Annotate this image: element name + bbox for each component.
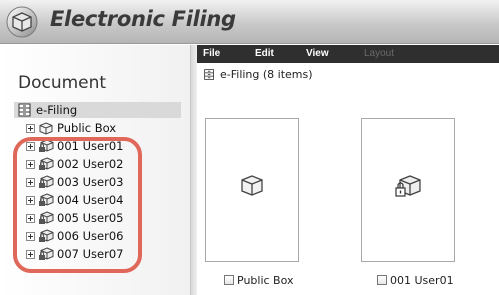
expand-icon[interactable] [26, 177, 35, 187]
box-card-public-box[interactable] [205, 118, 299, 262]
tree-item-user06[interactable]: 006 User06 [26, 228, 123, 244]
expand-icon[interactable] [26, 123, 35, 133]
tree-item-label: 002 User02 [57, 157, 124, 171]
public-box-icon [39, 122, 53, 135]
tree-item-user01[interactable]: 001 User01 [26, 138, 123, 154]
locked-box-icon [39, 175, 54, 188]
locked-box-icon [395, 175, 421, 197]
card-label-text: Public Box [237, 273, 294, 287]
content-header-label: e-Filing (8 items) [220, 68, 313, 81]
card-label-public-box[interactable]: Public Box [224, 273, 294, 287]
tree-root-efiling[interactable]: e-Filing [17, 102, 77, 118]
expand-icon[interactable] [26, 141, 35, 151]
locked-box-icon [39, 157, 54, 170]
app-logo-icon [6, 6, 38, 38]
locked-box-icon [39, 229, 54, 242]
tree-item-label: Public Box [57, 121, 117, 135]
tree-item-label: 007 User07 [57, 247, 124, 261]
expand-icon[interactable] [26, 195, 35, 205]
card-label-text: 001 User01 [390, 273, 454, 287]
tree-item-user03[interactable]: 003 User03 [26, 174, 123, 190]
panel-splitter[interactable] [191, 45, 197, 295]
tree-root-label: e-Filing [36, 103, 78, 117]
expand-icon[interactable] [26, 231, 35, 241]
efiling-cabinet-icon [18, 103, 31, 117]
efiling-cabinet-icon [204, 69, 214, 80]
tree-item-user04[interactable]: 004 User04 [26, 192, 123, 208]
tree-item-label: 001 User01 [57, 139, 124, 153]
locked-box-icon [39, 139, 54, 152]
tree-item-label: 003 User03 [57, 175, 124, 189]
title-bar: Electronic Filing [0, 0, 499, 44]
tree-item-label: 004 User04 [57, 193, 124, 207]
tree-item-user02[interactable]: 002 User02 [26, 156, 123, 172]
menu-edit[interactable]: Edit [255, 48, 274, 59]
card-label-user01[interactable]: 001 User01 [377, 273, 454, 287]
menu-file[interactable]: File [203, 48, 220, 59]
locked-box-icon [39, 211, 54, 224]
menu-bar: File Edit View Layout [197, 45, 499, 63]
expand-icon[interactable] [26, 249, 35, 259]
tree-item-label: 005 User05 [57, 211, 124, 225]
content-header: e-Filing (8 items) [203, 68, 313, 81]
public-box-icon [241, 175, 263, 196]
app-title: Electronic Filing [50, 7, 236, 31]
expand-icon[interactable] [26, 159, 35, 169]
menu-view[interactable]: View [306, 48, 329, 59]
menu-layout: Layout [364, 48, 395, 59]
select-checkbox[interactable] [224, 275, 234, 285]
tree-item-public-box[interactable]: Public Box [26, 120, 116, 136]
panel-title: Document [18, 73, 107, 93]
tree-item-user05[interactable]: 005 User05 [26, 210, 123, 226]
locked-box-icon [39, 193, 54, 206]
select-checkbox[interactable] [377, 275, 387, 285]
expand-icon[interactable] [26, 213, 35, 223]
locked-box-icon [39, 247, 54, 260]
box-card-user01[interactable] [361, 118, 455, 262]
tree-item-user07[interactable]: 007 User07 [26, 246, 123, 262]
tree-item-label: 006 User06 [57, 229, 124, 243]
